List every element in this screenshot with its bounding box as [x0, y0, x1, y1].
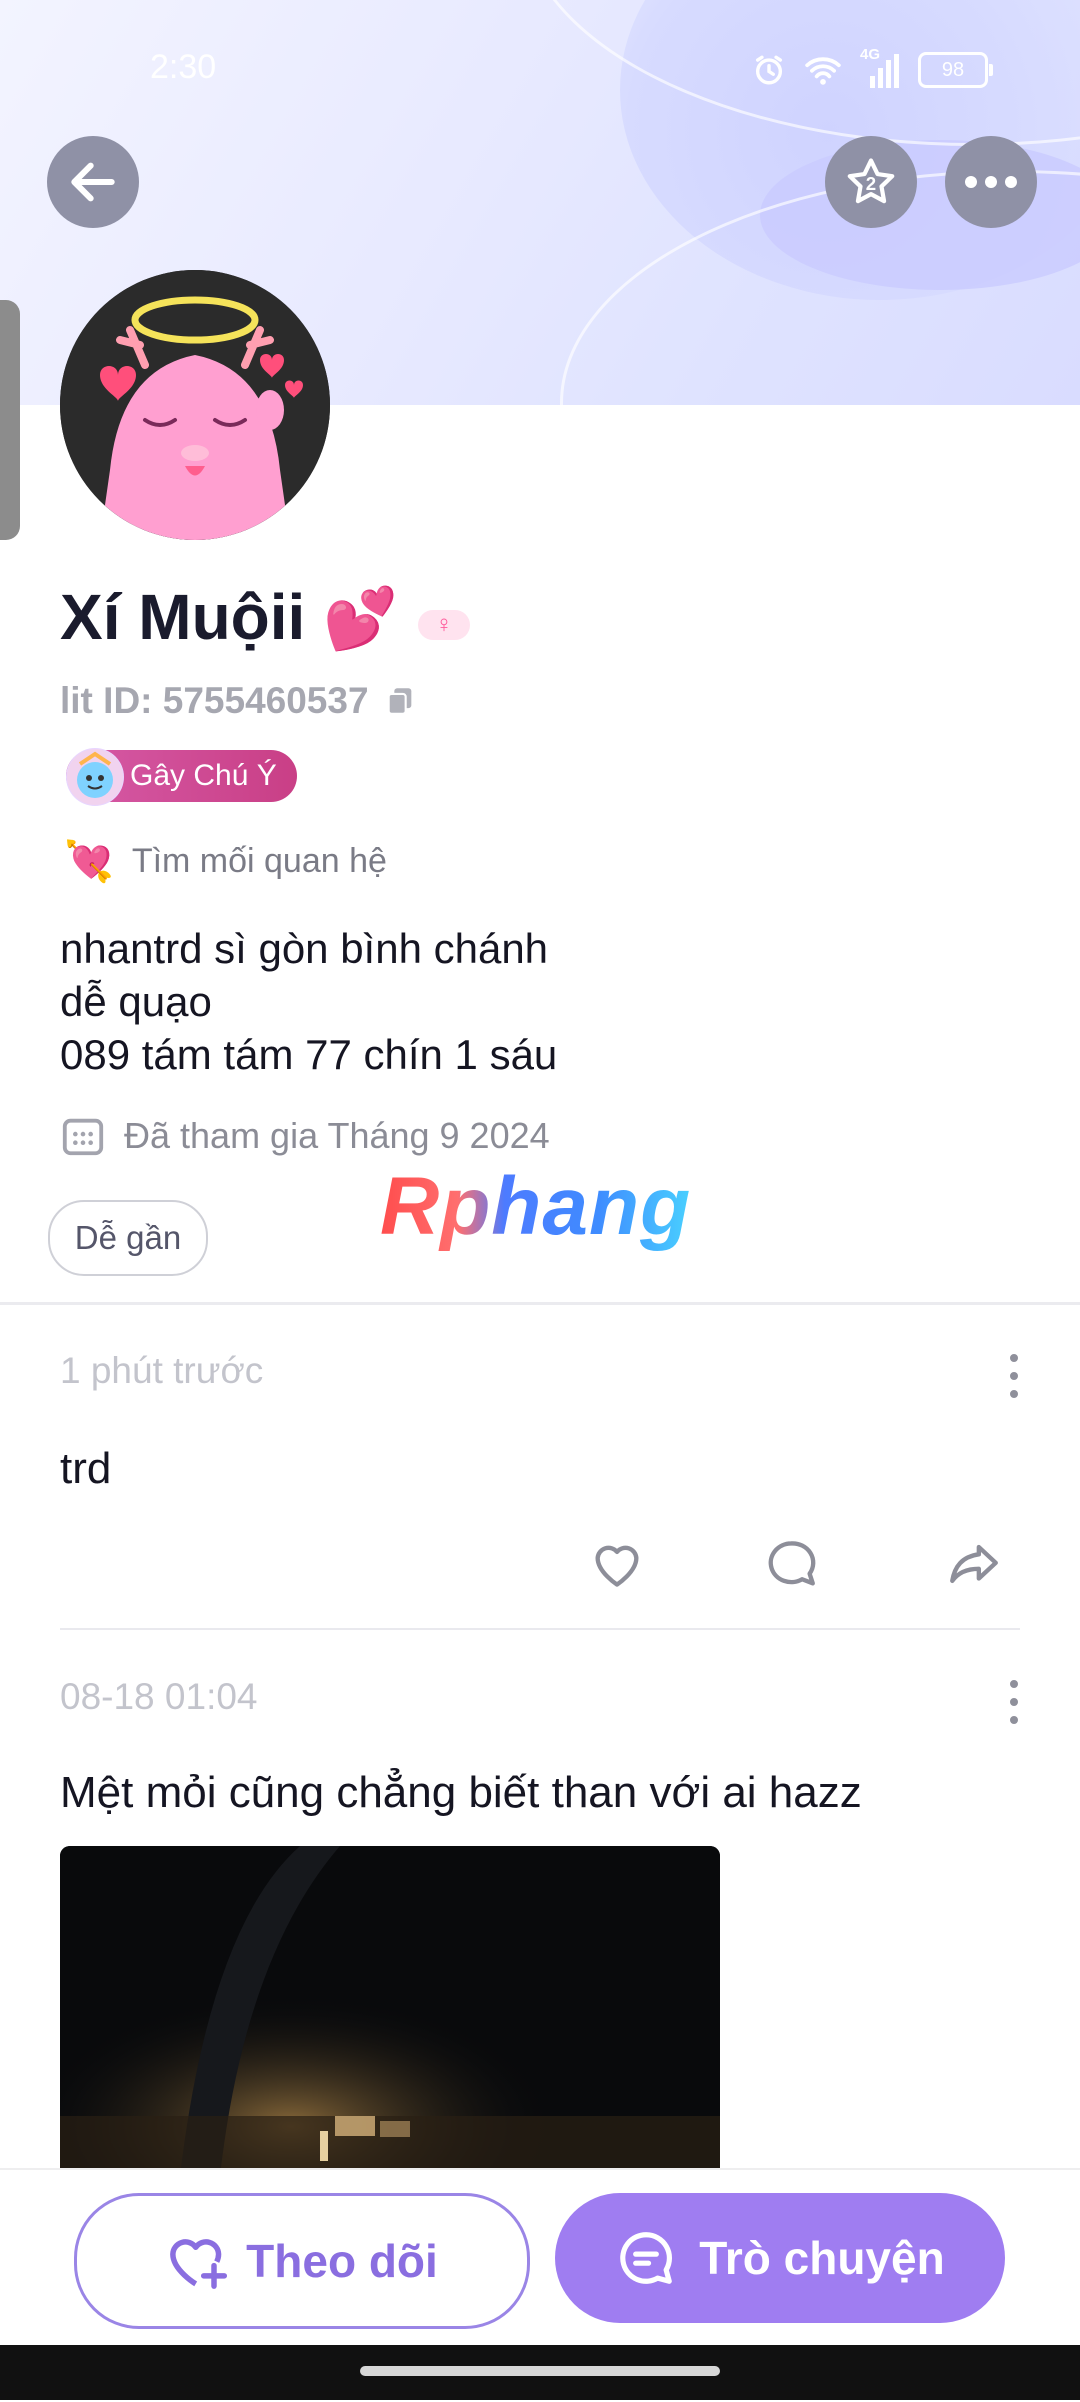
level-badge-icon [66, 748, 124, 806]
battery-icon: 98 [918, 52, 993, 88]
post-divider [60, 1628, 1020, 1630]
post-time: 08-18 01:04 [60, 1676, 258, 1717]
copy-icon[interactable] [383, 684, 417, 718]
bio-line: 089 tám tám 77 chín 1 sáu [60, 1031, 558, 1078]
section-divider [0, 1302, 1080, 1305]
profile-name-text: Xí Muộii [60, 581, 306, 653]
night-photo [60, 1846, 720, 2176]
post-more-button[interactable] [1008, 1680, 1020, 1724]
bio-line: dễ quạo [60, 978, 212, 1025]
status-icons: 4G 98 [752, 46, 993, 88]
joined-date-row: Đã tham gia Tháng 9 2024 [60, 1113, 550, 1159]
post-image[interactable] [60, 1846, 720, 2176]
home-indicator[interactable] [360, 2366, 720, 2376]
profile-name: Xí Muộii 💕 [60, 580, 398, 654]
share-icon[interactable] [944, 1535, 1004, 1593]
watermark: Rphang [380, 1161, 692, 1252]
heart-arrow-icon: 💘 [64, 840, 114, 884]
follow-button[interactable]: Theo dõi [74, 2193, 530, 2329]
lit-id-text: lit ID: 5755460537 [60, 680, 369, 721]
status-time: 2:30 [150, 48, 217, 86]
post-text: trd [60, 1444, 112, 1493]
post-text: Mệt mỏi cũng chẳng biết than với ai hazz [60, 1768, 862, 1817]
more-options-button[interactable] [945, 136, 1037, 228]
favorite-button[interactable]: 2 [825, 136, 917, 228]
alarm-icon [755, 55, 783, 85]
profile-tag[interactable]: Dễ gần [48, 1200, 208, 1276]
side-drawer-handle[interactable] [0, 300, 20, 540]
female-icon: ♀ [418, 610, 470, 640]
heart-emoji: 💕 [323, 585, 398, 652]
wifi-icon [805, 57, 841, 85]
post-more-button[interactable] [1008, 1354, 1020, 1398]
relationship-status: 💘 Tìm mối quan hệ [64, 838, 387, 885]
profile-bio: nhantrd sì gòn bình chánh dễ quạo 089 tá… [60, 922, 557, 1081]
back-button[interactable] [47, 136, 139, 228]
chat-button[interactable]: Trò chuyện [555, 2193, 1005, 2323]
more-horizontal-icon [965, 176, 1017, 188]
arrow-left-icon [71, 162, 115, 202]
calendar-icon [62, 1118, 104, 1156]
post-actions [0, 1535, 1080, 1595]
lit-id-row[interactable]: lit ID: 5755460537 [60, 680, 417, 722]
avatar[interactable] [60, 270, 330, 540]
level-badge-label: Gây Chú Ý [130, 759, 277, 792]
follow-label: Theo dõi [246, 2235, 438, 2287]
bio-line: nhantrd sì gòn bình chánh [60, 925, 549, 972]
avatar-illustration [60, 270, 330, 540]
heart-plus-icon [170, 2239, 228, 2289]
heart-icon[interactable] [588, 1535, 646, 1593]
chat-label: Trò chuyện [699, 2232, 945, 2284]
comment-icon[interactable] [762, 1535, 820, 1593]
svg-text:2: 2 [866, 173, 876, 194]
relationship-text: Tìm mối quan hệ [131, 842, 387, 880]
chat-bubble-icon [620, 2232, 673, 2284]
post-time: 1 phút trước [60, 1350, 264, 1391]
star-icon: 2 [847, 158, 895, 204]
joined-date-text: Đã tham gia Tháng 9 2024 [124, 1115, 550, 1156]
cellular-signal-icon: 4G [860, 46, 900, 88]
